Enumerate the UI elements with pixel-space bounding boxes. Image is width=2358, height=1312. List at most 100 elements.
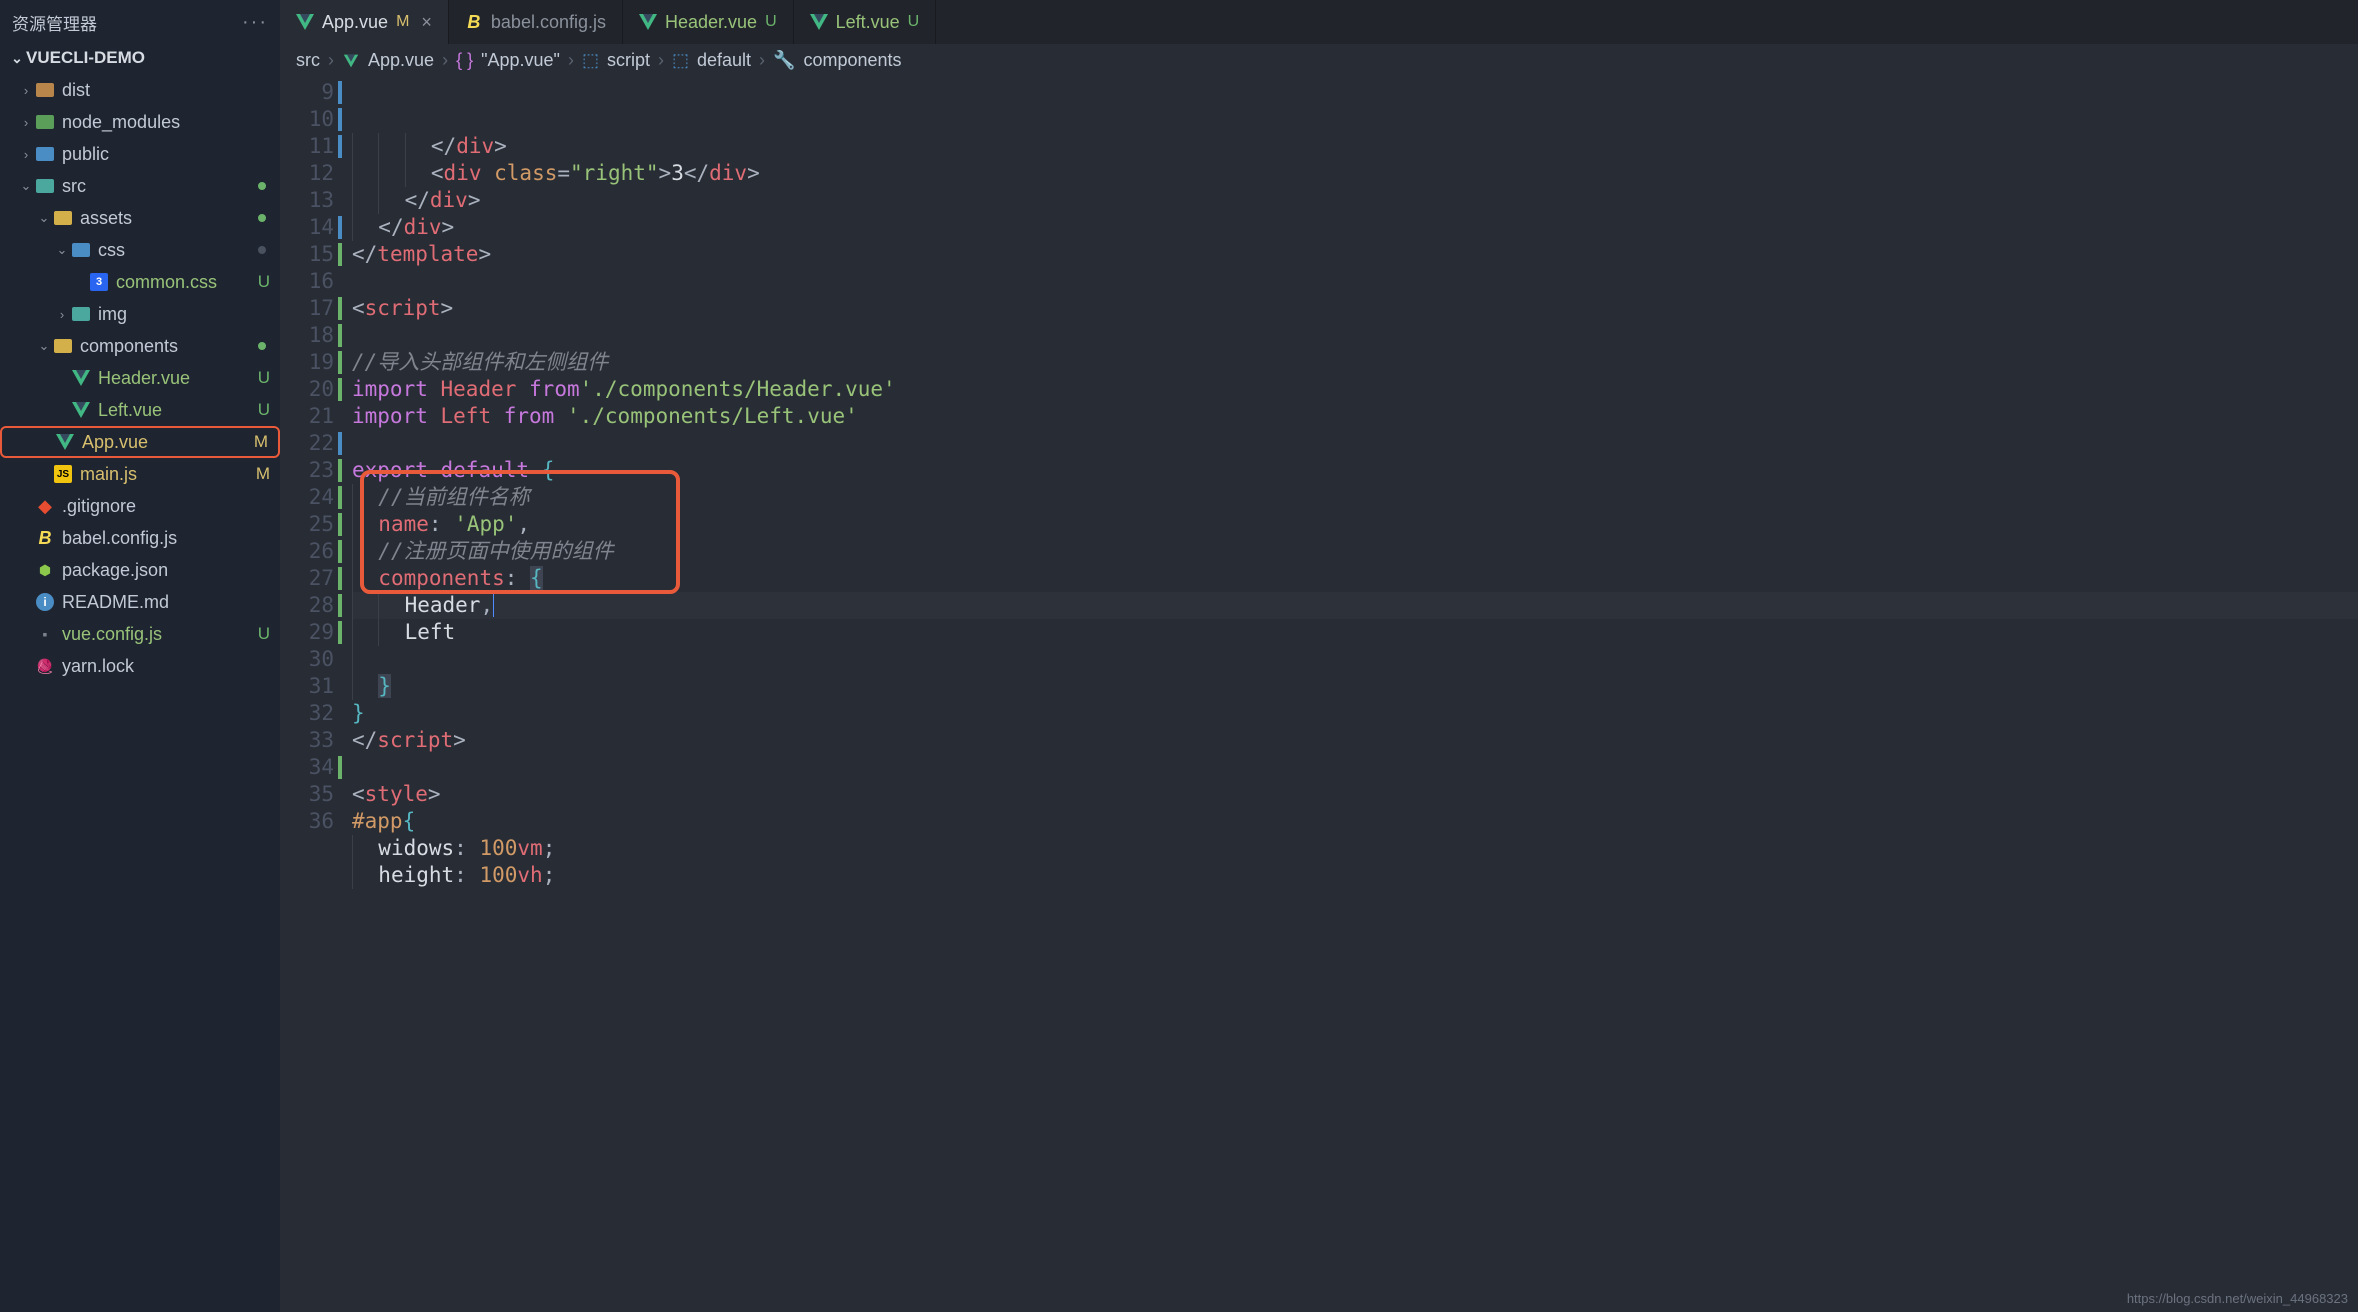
project-name: VUECLI-DEMO [26, 48, 145, 68]
breadcrumb-segment[interactable]: src [296, 50, 320, 71]
code-area[interactable]: 9101112131415161718192021222324252627282… [280, 77, 2358, 1312]
line-number: 29 [280, 619, 334, 646]
line-number: 25 [280, 511, 334, 538]
code-line[interactable]: components: { [352, 565, 2358, 592]
vue-icon [54, 431, 76, 453]
tree-item[interactable]: ⌄assets [0, 202, 280, 234]
chevron-icon: › [18, 147, 34, 162]
tree-item[interactable]: 3common.cssU [0, 266, 280, 298]
vue-icon [342, 53, 360, 69]
project-name-row[interactable]: ⌄ VUECLI-DEMO [0, 44, 280, 72]
folder-icon [34, 79, 56, 101]
node-icon: ⬢ [34, 559, 56, 581]
code-line[interactable] [352, 322, 2358, 349]
code-line[interactable]: } [352, 700, 2358, 727]
line-number: 13 [280, 187, 334, 214]
chevron-right-icon: › [442, 50, 448, 71]
vue-icon [810, 14, 828, 30]
code-line[interactable]: #app{ [352, 808, 2358, 835]
line-number: 14 [280, 214, 334, 241]
tree-item[interactable]: ◆.gitignore [0, 490, 280, 522]
tree-item[interactable]: ⌄components [0, 330, 280, 362]
code-line[interactable]: widows: 100vm; [352, 835, 2358, 862]
editor-tab[interactable]: Header.vueU [623, 0, 794, 44]
breadcrumb-segment[interactable]: "App.vue" [481, 50, 560, 71]
code-line[interactable]: name: 'App', [352, 511, 2358, 538]
code-line[interactable] [352, 754, 2358, 781]
breadcrumb[interactable]: src›App.vue›{ }"App.vue"›⬚script›⬚defaul… [280, 44, 2358, 77]
tree-label: main.js [80, 464, 256, 485]
close-icon[interactable]: × [421, 12, 432, 33]
tree-item[interactable]: Header.vueU [0, 362, 280, 394]
line-number: 35 [280, 781, 334, 808]
code-line[interactable]: Left [352, 619, 2358, 646]
tree-item[interactable]: ›img [0, 298, 280, 330]
tree-item[interactable]: ⌄src [0, 170, 280, 202]
code-line[interactable]: <div class="right">3</div> [352, 160, 2358, 187]
more-icon[interactable]: ··· [242, 11, 268, 34]
cube-icon: ⬚ [672, 50, 689, 71]
code-line[interactable]: //注册页面中使用的组件 [352, 538, 2358, 565]
breadcrumb-segment[interactable]: default [697, 50, 751, 71]
code-line[interactable]: import Left from './components/Left.vue' [352, 403, 2358, 430]
code-line[interactable]: </template> [352, 241, 2358, 268]
yarn-icon: 🧶 [34, 655, 56, 677]
tree-item[interactable]: 🧶 yarn.lock [0, 650, 280, 682]
tree-item[interactable]: JSmain.jsM [0, 458, 280, 490]
braces-icon: { } [456, 50, 473, 71]
code-line[interactable]: } [352, 673, 2358, 700]
breadcrumb-segment[interactable]: App.vue [368, 50, 434, 71]
line-number: 23 [280, 457, 334, 484]
editor-tab[interactable]: Left.vueU [794, 0, 937, 44]
tree-item[interactable]: App.vueM [0, 426, 280, 458]
line-number: 32 [280, 700, 334, 727]
cube-icon: ⬚ [582, 50, 599, 71]
tree-item[interactable]: Bbabel.config.js [0, 522, 280, 554]
tree-label: README.md [62, 592, 280, 613]
tree-item[interactable]: ▪vue.config.jsU [0, 618, 280, 650]
chevron-icon: › [54, 307, 70, 322]
code-line[interactable]: <style> [352, 781, 2358, 808]
code-line[interactable] [352, 646, 2358, 673]
breadcrumb-segment[interactable]: components [803, 50, 901, 71]
breadcrumb-segment[interactable]: script [607, 50, 650, 71]
wrench-icon: 🔧 [773, 50, 795, 71]
editor-tab[interactable]: App.vueM× [280, 0, 449, 44]
code-line[interactable]: export default { [352, 457, 2358, 484]
chevron-icon: ⌄ [36, 338, 52, 354]
git-icon: ◆ [34, 495, 56, 517]
js-icon: JS [52, 463, 74, 485]
code-line[interactable]: </script> [352, 727, 2358, 754]
chevron-icon: › [18, 83, 34, 98]
code-line[interactable]: import Header from'./components/Header.v… [352, 376, 2358, 403]
code-line[interactable] [352, 268, 2358, 295]
babel-icon: B [34, 527, 56, 549]
folder-teal-icon [34, 175, 56, 197]
line-number: 19 [280, 349, 334, 376]
editor-tab[interactable]: Bbabel.config.js [449, 0, 623, 44]
code-content[interactable]: </div> <div class="right">3</div> </div>… [352, 77, 2358, 1312]
code-line[interactable]: <script> [352, 295, 2358, 322]
line-number: 11 [280, 133, 334, 160]
tree-item[interactable]: Left.vueU [0, 394, 280, 426]
vue-icon [70, 367, 92, 389]
chevron-right-icon: › [568, 50, 574, 71]
code-line[interactable]: </div> [352, 133, 2358, 160]
code-line[interactable]: //当前组件名称 [352, 484, 2358, 511]
tree-item[interactable]: ›node_modules [0, 106, 280, 138]
tree-item[interactable]: ›dist [0, 74, 280, 106]
code-line[interactable]: Header, [352, 592, 2358, 619]
tree-item[interactable]: ⬢package.json [0, 554, 280, 586]
tree-item[interactable]: iREADME.md [0, 586, 280, 618]
tab-badge: M [396, 13, 409, 31]
tree-item[interactable]: ›public [0, 138, 280, 170]
code-line[interactable] [352, 430, 2358, 457]
line-number: 24 [280, 484, 334, 511]
code-line[interactable]: </div> [352, 187, 2358, 214]
code-line[interactable]: </div> [352, 214, 2358, 241]
code-line[interactable]: //导入头部组件和左侧组件 [352, 349, 2358, 376]
tree-label: yarn.lock [62, 656, 280, 677]
code-line[interactable]: height: 100vh; [352, 862, 2358, 889]
css-icon: 3 [88, 271, 110, 293]
tree-item[interactable]: ⌄css [0, 234, 280, 266]
